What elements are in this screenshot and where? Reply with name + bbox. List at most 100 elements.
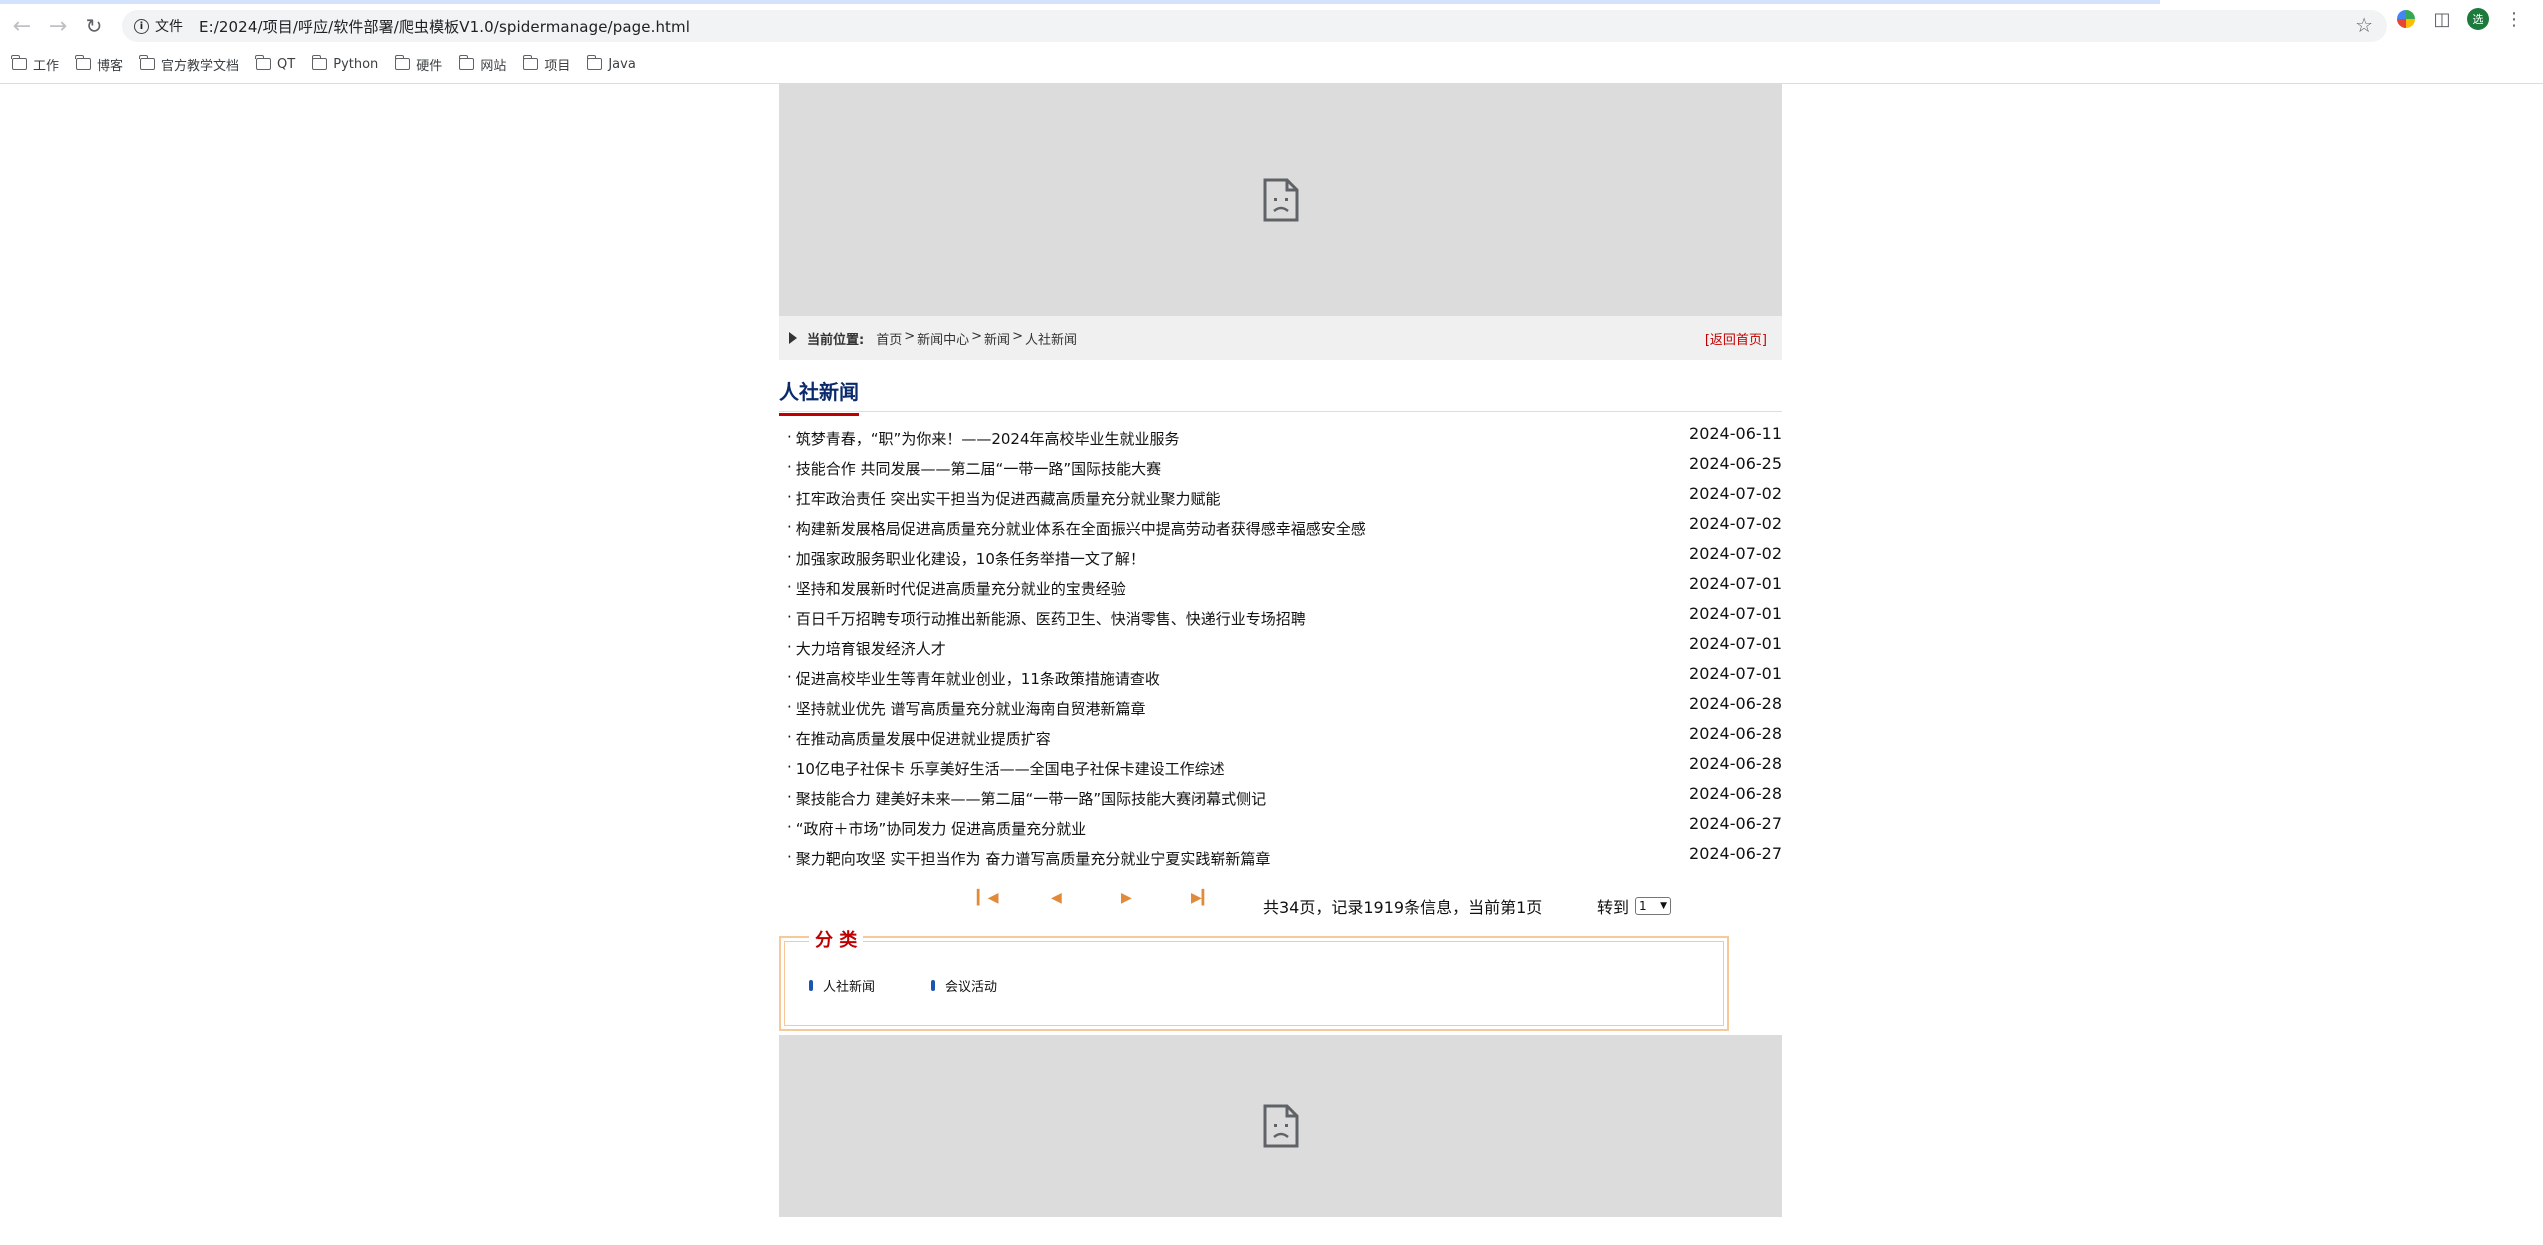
bookmark-folder[interactable]: 网站	[458, 55, 506, 74]
news-title-text: 技能合作 共同发展——第二届“一带一路”国际技能大赛	[795, 460, 1162, 478]
extension-icon[interactable]	[2395, 8, 2417, 30]
page-select[interactable]: 1 ▼	[1635, 897, 1672, 915]
news-title-text: 10亿电子社保卡 乐享美好生活——全国电子社保卡建设工作综述	[795, 760, 1225, 778]
news-title-link[interactable]: · 聚力靶向攻坚 实干担当作为 奋力谱写高质量充分就业宁夏实践崭新篇章	[787, 842, 1270, 869]
loading-progress-bar	[0, 0, 2160, 4]
news-title-text: 在推动高质量发展中促进就业提质扩容	[795, 730, 1051, 748]
goto-label: 转到	[1597, 898, 1630, 917]
bookmark-label: Java	[608, 56, 636, 72]
news-item: · 在推动高质量发展中促进就业提质扩容 2024-06-28	[779, 722, 1782, 752]
bullet-dot-icon: ·	[787, 518, 792, 536]
page-select-value: 1	[1639, 899, 1647, 913]
bookmark-folder[interactable]: 项目	[522, 55, 570, 74]
category-item[interactable]: 人社新闻	[809, 976, 875, 995]
folder-icon	[255, 55, 272, 70]
bookmark-folder[interactable]: Python	[311, 55, 378, 72]
extensions-area: ◫ 选 ⋮	[2395, 8, 2525, 30]
bookmark-star-icon[interactable]: ☆	[2355, 13, 2373, 37]
site-info-chip[interactable]: i 文件	[126, 12, 193, 40]
bullet-dot-icon: ·	[787, 458, 792, 476]
folder-icon	[311, 55, 328, 70]
category-item[interactable]: 会议活动	[931, 976, 997, 995]
breadcrumb-item[interactable]: 新闻	[984, 329, 1010, 348]
bookmark-folder[interactable]: 官方教学文档	[139, 55, 240, 74]
news-title-link[interactable]: · 10亿电子社保卡 乐享美好生活——全国电子社保卡建设工作综述	[787, 752, 1225, 779]
bullet-dot-icon: ·	[787, 788, 792, 806]
folder-icon	[394, 55, 411, 70]
news-title-text: 百日千万招聘专项行动推出新能源、医药卫生、快消零售、快递行业专场招聘	[795, 610, 1306, 628]
puzzle-extensions-icon[interactable]: ◫	[2431, 8, 2453, 30]
news-list: · 筑梦青春，“职”为你来！——2024年高校毕业生就业服务 2024-06-11 ·…	[779, 422, 1782, 872]
bookmark-folder[interactable]: 硬件	[394, 55, 443, 74]
breadcrumb-item[interactable]: 新闻中心	[917, 329, 969, 348]
news-item: · 聚力靶向攻坚 实干担当作为 奋力谱写高质量充分就业宁夏实践崭新篇章 2024-0…	[779, 842, 1782, 872]
category-box: 分 类 人社新闻 会议活动	[779, 926, 1729, 1031]
bullet-dot-icon: ·	[787, 758, 792, 776]
news-item: · 聚技能合力 建美好未来——第二届“一带一路”国际技能大赛闭幕式侧记 2024-0…	[779, 782, 1782, 812]
news-title-link[interactable]: · 百日千万招聘专项行动推出新能源、医药卫生、快消零售、快递行业专场招聘	[787, 602, 1306, 629]
menu-kebab-icon[interactable]: ⋮	[2503, 8, 2525, 30]
bookmark-label: 硬件	[416, 58, 443, 74]
news-item: · 扛牢政治责任 突出实干担当为促进西藏高质量充分就业聚力赋能 2024-07-02	[779, 482, 1782, 512]
bullet-dot-icon: ·	[787, 728, 792, 746]
bookmark-folder[interactable]: 博客	[75, 55, 123, 74]
pagination-info: 共34页，记录1919条信息，当前第1页	[1263, 898, 1543, 917]
category-bullet-icon	[809, 980, 813, 991]
back-arrow-icon[interactable]: ←	[4, 8, 40, 44]
category-label: 人社新闻	[823, 980, 876, 995]
first-page-icon[interactable]: ▎◀	[977, 890, 999, 906]
last-page-icon[interactable]: ▶▎	[1191, 890, 1213, 906]
news-title-link[interactable]: · 促进高校毕业生等青年就业创业，11条政策措施请查收	[787, 662, 1160, 689]
section-header: 人社新闻	[779, 372, 1782, 416]
forward-arrow-icon[interactable]: →	[40, 8, 76, 44]
news-date: 2024-07-02	[1689, 484, 1782, 503]
address-bar[interactable]: i 文件 E:/2024/项目/呼应/软件部署/爬虫模板V1.0/spiderm…	[122, 10, 2387, 42]
news-title-text: 筑梦青春，“职”为你来！——2024年高校毕业生就业服务	[795, 430, 1180, 448]
pagination: ▎◀ ◀ ▶ ▶▎ 共34页，记录1919条信息，当前第1页 转到 1 ▼	[779, 884, 1782, 930]
news-title-text: 坚持和发展新时代促进高质量充分就业的宝贵经验	[795, 580, 1126, 598]
bookmark-label: 工作	[33, 58, 60, 74]
category-legend: 分 类	[809, 926, 864, 952]
news-title-link[interactable]: · 坚持就业优先 谱写高质量充分就业海南自贸港新篇章	[787, 692, 1146, 719]
news-date: 2024-07-02	[1689, 544, 1782, 563]
bookmark-folder[interactable]: Java	[586, 55, 636, 72]
bullet-dot-icon: ·	[787, 608, 792, 626]
back-home-link[interactable]: [返回首页]	[1705, 329, 1767, 348]
page-container: 当前位置: 首页 > 新闻中心 > 新闻 > 人社新闻 [返回首页] 人社新闻 · 筑梦青春，…	[779, 84, 1782, 1217]
news-title-text: “政府＋市场”协同发力 促进高质量充分就业	[795, 820, 1087, 838]
bullet-dot-icon: ·	[787, 638, 792, 656]
folder-icon	[458, 55, 475, 70]
profile-avatar[interactable]: 选	[2467, 8, 2489, 30]
news-date: 2024-06-28	[1689, 754, 1782, 773]
url-text[interactable]: E:/2024/项目/呼应/软件部署/爬虫模板V1.0/spidermanage…	[199, 16, 690, 37]
browser-chrome: ← → ↻ i 文件 E:/2024/项目/呼应/软件部署/爬虫模板V1.0/s…	[0, 0, 2543, 84]
reload-icon[interactable]: ↻	[76, 8, 112, 44]
bullet-dot-icon: ·	[787, 428, 792, 446]
news-date: 2024-06-28	[1689, 784, 1782, 803]
news-title-text: 构建新发展格局促进高质量充分就业体系在全面振兴中提高劳动者获得感幸福感安全感	[795, 520, 1366, 538]
banner-image	[779, 84, 1782, 316]
news-item: · 10亿电子社保卡 乐享美好生活——全国电子社保卡建设工作综述 2024-06-2…	[779, 752, 1782, 782]
next-page-icon[interactable]: ▶	[1121, 890, 1132, 906]
news-title-link[interactable]: · 构建新发展格局促进高质量充分就业体系在全面振兴中提高劳动者获得感幸福感安全感	[787, 512, 1366, 539]
news-title-link[interactable]: · 扛牢政治责任 突出实干担当为促进西藏高质量充分就业聚力赋能	[787, 482, 1221, 509]
news-title-link[interactable]: · 筑梦青春，“职”为你来！——2024年高校毕业生就业服务	[787, 422, 1180, 449]
news-date: 2024-07-01	[1689, 664, 1782, 683]
news-title-link[interactable]: · 技能合作 共同发展——第二届“一带一路”国际技能大赛	[787, 452, 1161, 479]
news-title-link[interactable]: · 加强家政服务职业化建设，10条任务举措一文了解！	[787, 542, 1145, 569]
breadcrumb-item[interactable]: 首页	[876, 329, 902, 348]
folder-icon	[522, 55, 539, 70]
browser-toolbar: ← → ↻ i 文件 E:/2024/项目/呼应/软件部署/爬虫模板V1.0/s…	[0, 6, 2543, 46]
news-title-link[interactable]: · “政府＋市场”协同发力 促进高质量充分就业	[787, 812, 1086, 839]
news-title-link[interactable]: · 大力培育银发经济人才	[787, 632, 946, 659]
news-title-link[interactable]: · 聚技能合力 建美好未来——第二届“一带一路”国际技能大赛闭幕式侧记	[787, 782, 1266, 809]
folder-icon	[139, 55, 156, 70]
news-title-link[interactable]: · 坚持和发展新时代促进高质量充分就业的宝贵经验	[787, 572, 1126, 599]
breadcrumb-item[interactable]: 人社新闻	[1025, 329, 1077, 348]
news-title-link[interactable]: · 在推动高质量发展中促进就业提质扩容	[787, 722, 1051, 749]
bookmark-folder[interactable]: QT	[255, 55, 295, 72]
news-date: 2024-07-02	[1689, 514, 1782, 533]
bookmark-folder[interactable]: 工作	[11, 55, 60, 74]
bookmark-label: 官方教学文档	[161, 58, 240, 74]
previous-page-icon[interactable]: ◀	[1051, 890, 1062, 906]
